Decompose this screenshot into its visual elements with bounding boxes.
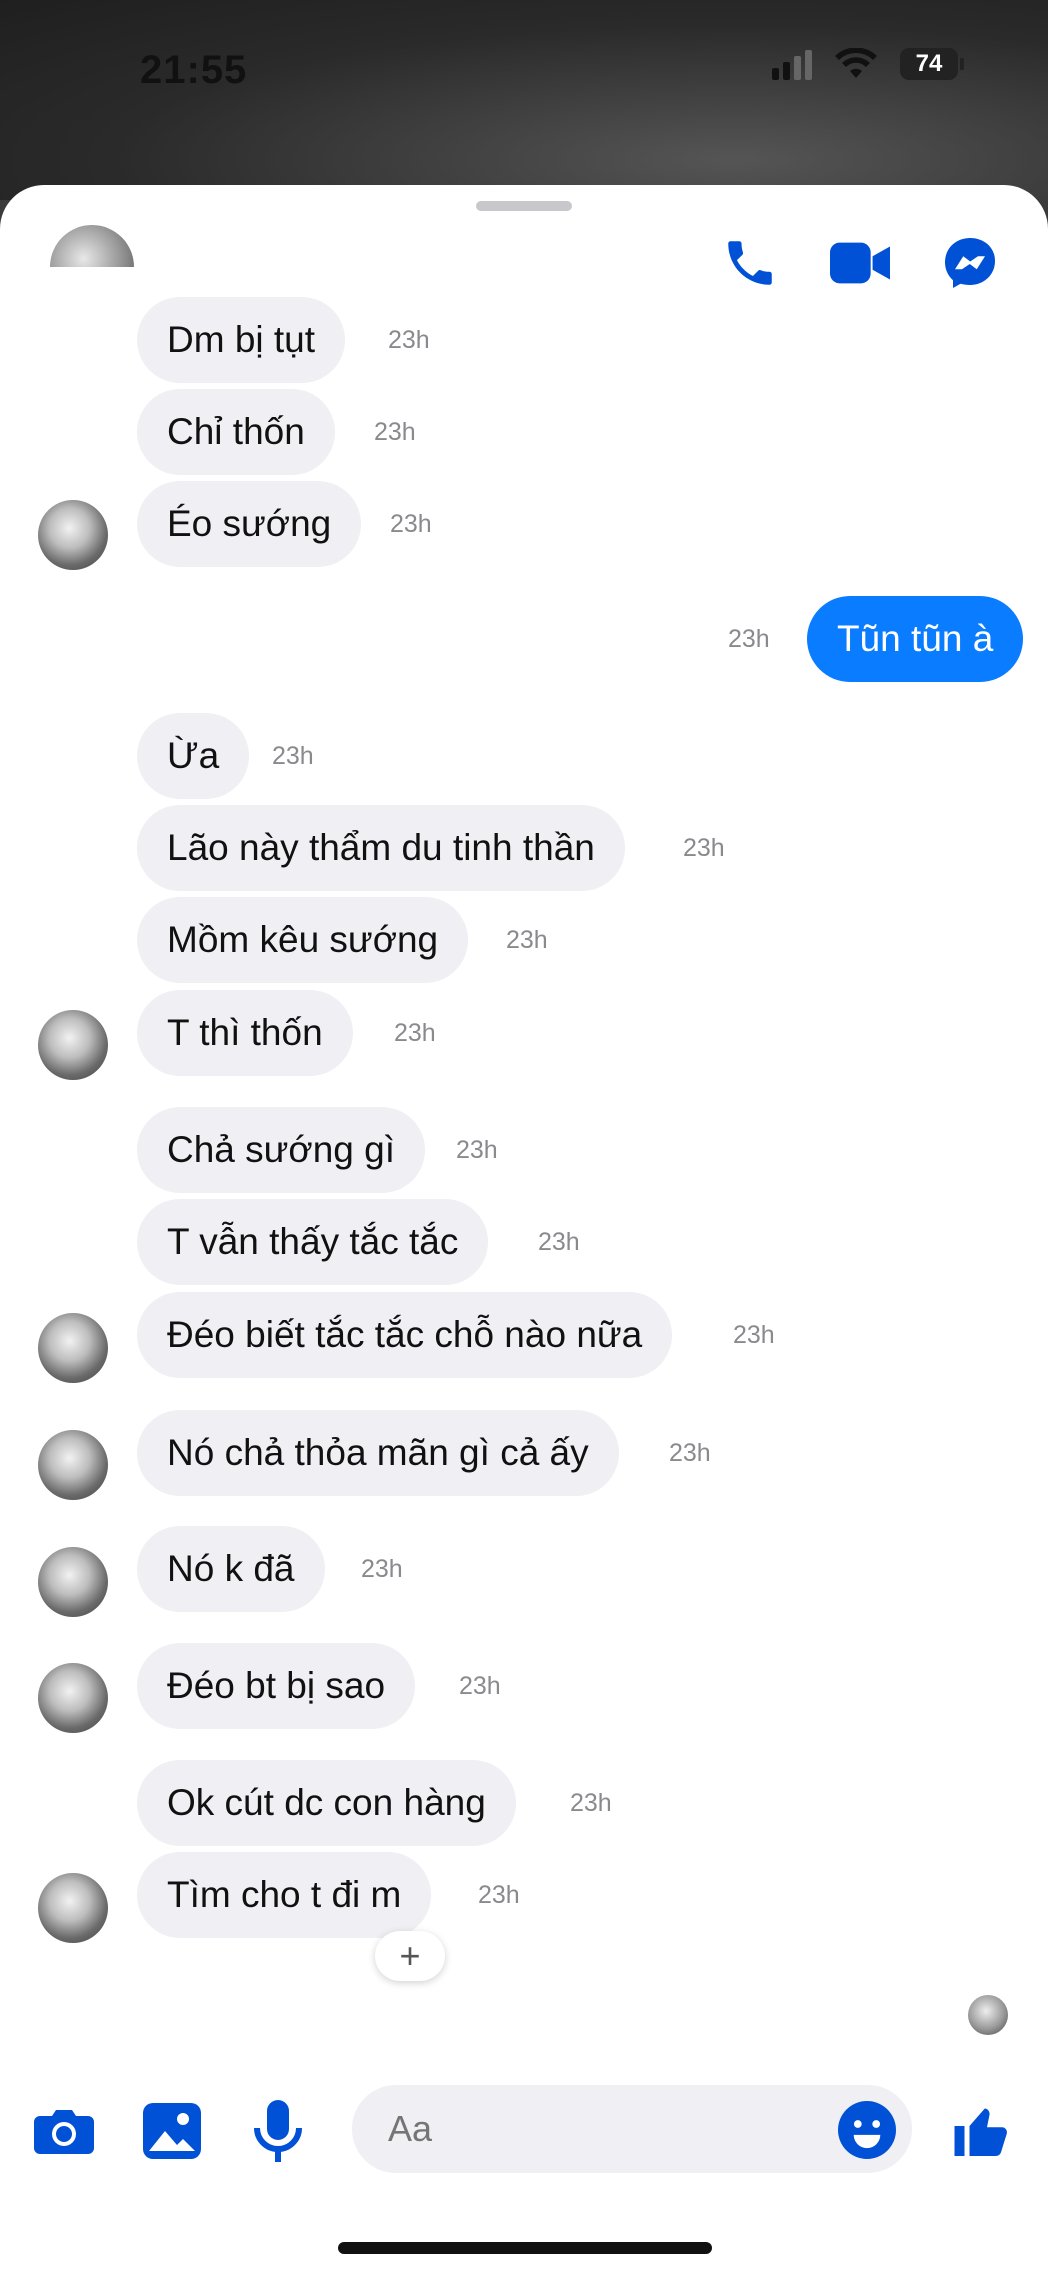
- message-time: 23h: [683, 834, 725, 862]
- message-time: 23h: [374, 418, 416, 446]
- camera-icon[interactable]: [32, 2099, 96, 2163]
- message-bubble[interactable]: Lão này thẩm du tinh thần: [137, 805, 625, 891]
- sender-avatar[interactable]: [38, 1663, 108, 1733]
- message-time: 23h: [478, 1881, 520, 1909]
- message-bubble[interactable]: Nó k đã: [137, 1526, 325, 1612]
- message-time: 23h: [394, 1019, 436, 1047]
- message-time: 23h: [388, 326, 430, 354]
- message-bubble[interactable]: Đéo bt bị sao: [137, 1643, 416, 1729]
- message-bubble[interactable]: Mồm kêu sướng: [137, 897, 469, 983]
- wifi-icon: [835, 48, 877, 78]
- message-bubble[interactable]: Tìm cho t đi m: [137, 1852, 432, 1938]
- status-icons: 74: [772, 48, 964, 80]
- message-time: 23h: [506, 926, 548, 954]
- message-bubble[interactable]: Chỉ thốn: [137, 389, 335, 475]
- message-time: 23h: [538, 1228, 580, 1256]
- message-time: 23h: [669, 1439, 711, 1467]
- message-input[interactable]: [352, 2085, 912, 2173]
- message-bubble[interactable]: T vẫn thấy tắc tắc: [137, 1199, 489, 1285]
- message-time: 23h: [733, 1321, 775, 1349]
- sender-avatar[interactable]: [38, 1430, 108, 1500]
- message-composer: [0, 2065, 1048, 2195]
- battery-icon: 74: [900, 48, 964, 80]
- message-bubble[interactable]: Đéo biết tắc tắc chỗ nào nữa: [137, 1292, 673, 1378]
- status-time: 21:55: [140, 48, 248, 92]
- message-time: 23h: [272, 742, 314, 770]
- background-wallpaper: [0, 0, 1048, 200]
- microphone-icon[interactable]: [246, 2099, 310, 2163]
- add-reaction-button[interactable]: +: [375, 1931, 445, 1981]
- message-bubble[interactable]: Dm bị tụt: [137, 297, 346, 383]
- message-bubble[interactable]: Nó chả thỏa mãn gì cả ấy: [137, 1410, 619, 1496]
- sender-avatar[interactable]: [38, 1547, 108, 1617]
- sender-avatar[interactable]: [38, 1873, 108, 1943]
- sender-avatar[interactable]: [38, 500, 108, 570]
- emoji-icon[interactable]: [838, 2101, 896, 2159]
- message-bubble[interactable]: Ok cút dc con hàng: [137, 1760, 516, 1846]
- message-bubble[interactable]: Éo sướng: [137, 481, 362, 567]
- message-bubble[interactable]: Ừa: [137, 713, 250, 799]
- message-time: 23h: [459, 1672, 501, 1700]
- message-bubble[interactable]: Chả sướng gì: [137, 1107, 425, 1193]
- message-bubble[interactable]: T thì thốn: [137, 990, 353, 1076]
- message-time: 23h: [361, 1555, 403, 1583]
- thumbs-up-icon[interactable]: [950, 2099, 1014, 2163]
- message-thread: Dm bị tụt 23h Chỉ thốn 23h Éo sướng 23h …: [0, 185, 1048, 2270]
- chat-sheet: Dm bị tụt 23h Chỉ thốn 23h Éo sướng 23h …: [0, 185, 1048, 2270]
- sender-avatar[interactable]: [38, 1313, 108, 1383]
- gallery-icon[interactable]: [140, 2099, 204, 2163]
- sender-avatar[interactable]: [38, 1010, 108, 1080]
- message-bubble-outgoing[interactable]: Tũn tũn à: [807, 596, 1024, 682]
- message-time: 23h: [456, 1136, 498, 1164]
- signal-icon: [772, 48, 812, 80]
- message-time: 23h: [570, 1789, 612, 1817]
- home-indicator: [338, 2242, 712, 2254]
- message-time: 23h: [390, 510, 432, 538]
- seen-indicator-avatar: [968, 1995, 1008, 2035]
- message-time: 23h: [728, 625, 770, 653]
